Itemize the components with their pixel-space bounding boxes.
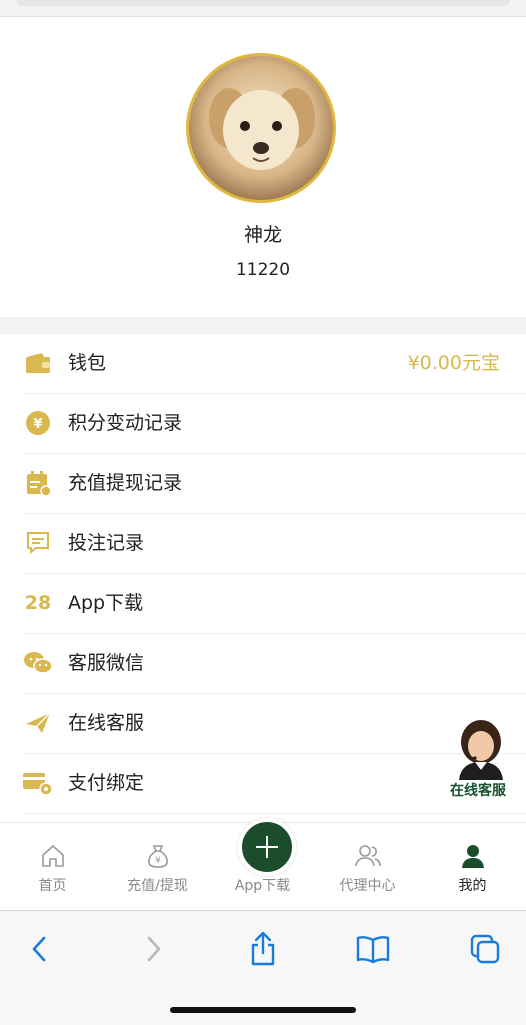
app-28-icon: 28 (22, 588, 54, 618)
coin-icon: ¥ (22, 408, 54, 438)
menu-item-points-record[interactable]: ¥ 积分变动记录 (22, 394, 526, 454)
calendar-icon (22, 468, 54, 498)
wechat-icon (22, 648, 54, 678)
floating-service-label: 在线客服 (450, 783, 506, 799)
user-name: 神龙 (243, 224, 282, 246)
home-indicator (170, 1007, 356, 1013)
tab-label: App下载 (234, 878, 291, 894)
menu-label: 钱包 (68, 352, 107, 374)
svg-text:¥: ¥ (33, 417, 42, 432)
tabs-icon[interactable] (465, 931, 505, 967)
card-gear-icon (22, 768, 54, 798)
browser-top-bar (0, 0, 526, 17)
menu-item-wechat-service[interactable]: 客服微信 (22, 634, 526, 694)
menu-item-bet-record[interactable]: 投注记录 (22, 514, 526, 574)
menu-item-wallet[interactable]: 钱包 ¥0.00元宝 (22, 334, 526, 394)
menu-item-app-download[interactable]: 28 App下载 (22, 574, 526, 634)
back-icon[interactable] (20, 931, 60, 967)
menu-label: 客服微信 (68, 652, 145, 674)
paper-plane-icon (22, 708, 54, 738)
user-id: 11220 (235, 260, 291, 280)
menu-label: 投注记录 (68, 532, 145, 554)
tab-recharge-withdraw[interactable]: ¥ 充值/提现 (105, 823, 210, 911)
wallet-balance: ¥0.00元宝 (407, 352, 500, 374)
menu-label: 支付绑定 (68, 772, 145, 794)
wallet-icon (22, 348, 54, 378)
tab-agent-center[interactable]: 代理中心 (315, 823, 420, 911)
tab-home[interactable]: 首页 (0, 823, 105, 911)
menu-item-deposit-record[interactable]: 充值提现记录 (22, 454, 526, 514)
forward-icon[interactable] (133, 931, 173, 967)
svg-text:¥: ¥ (155, 856, 161, 866)
address-bar-edge (16, 0, 510, 6)
bookmarks-icon[interactable] (353, 931, 393, 967)
tab-label: 代理中心 (339, 878, 396, 894)
menu-label: 在线客服 (68, 712, 145, 734)
customer-service-agent-icon (453, 718, 509, 780)
plus-icon[interactable] (238, 818, 296, 876)
message-icon (22, 528, 54, 558)
users-icon (315, 843, 420, 871)
puppy-avatar-image (189, 56, 333, 200)
share-icon[interactable] (243, 931, 283, 967)
money-bag-icon: ¥ (105, 843, 210, 871)
tab-label: 首页 (38, 878, 67, 894)
tab-label: 我的 (458, 878, 487, 894)
app-28-icon-text: 28 (24, 592, 52, 614)
tab-mine[interactable]: 我的 (420, 823, 525, 911)
person-icon (420, 843, 525, 871)
menu-label: App下载 (68, 592, 144, 614)
menu-label: 积分变动记录 (68, 412, 183, 434)
menu-label: 充值提现记录 (68, 472, 183, 494)
floating-online-service[interactable]: 在线客服 (446, 718, 516, 810)
profile-card: 神龙 11220 (0, 17, 526, 317)
avatar[interactable] (186, 53, 336, 203)
home-icon (0, 843, 105, 871)
tab-label: 充值/提现 (127, 878, 188, 894)
